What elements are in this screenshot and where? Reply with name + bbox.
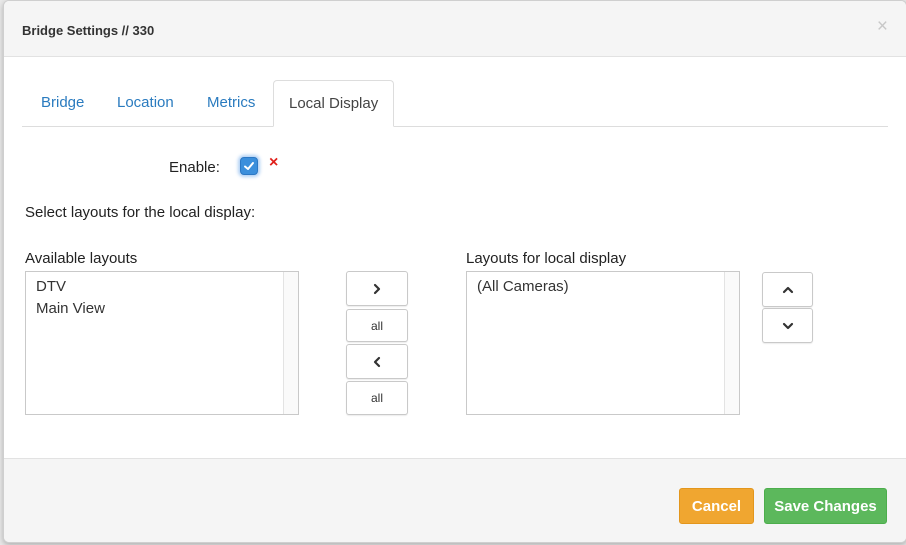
save-changes-button[interactable]: Save Changes [764, 488, 887, 524]
close-icon[interactable]: × [877, 17, 888, 36]
checkmark-icon [244, 162, 254, 170]
bridge-settings-dialog: Bridge Settings // 330 × Bridge Location… [3, 0, 906, 543]
move-down-button[interactable] [762, 308, 813, 343]
available-layouts-list[interactable]: DTV Main View [25, 271, 299, 415]
chevron-right-icon [373, 283, 381, 294]
remove-selected-button[interactable] [346, 344, 408, 379]
tab-metrics[interactable]: Metrics [192, 80, 270, 125]
tab-bridge[interactable]: Bridge [26, 80, 99, 125]
tab-bar: Bridge Location Metrics Local Display [22, 80, 888, 127]
dialog-title: Bridge Settings // 330 [22, 23, 155, 38]
available-layouts-label: Available layouts [25, 250, 138, 267]
move-up-button[interactable] [762, 272, 813, 307]
dialog-footer: Cancel Save Changes [4, 458, 906, 542]
add-selected-button[interactable] [346, 271, 408, 306]
cancel-button[interactable]: Cancel [679, 488, 754, 524]
tab-location[interactable]: Location [102, 80, 189, 125]
local-display-layouts-list[interactable]: (All Cameras) [466, 271, 740, 415]
chevron-down-icon [782, 322, 793, 329]
remove-all-button[interactable]: all [346, 381, 408, 415]
list-item[interactable]: DTV [26, 276, 298, 298]
enable-checkbox[interactable] [240, 157, 258, 175]
instructions-text: Select layouts for the local display: [25, 204, 256, 221]
dialog-header: Bridge Settings // 330 × [4, 1, 906, 57]
list-item[interactable]: Main View [26, 298, 298, 320]
clear-icon[interactable]: × [269, 154, 278, 172]
tab-local-display[interactable]: Local Display [273, 80, 395, 127]
add-all-button[interactable]: all [346, 309, 408, 342]
scrollbar[interactable] [283, 272, 298, 414]
enable-label: Enable: [169, 159, 220, 176]
chevron-left-icon [373, 356, 381, 367]
list-item[interactable]: (All Cameras) [467, 276, 739, 298]
scrollbar[interactable] [724, 272, 739, 414]
local-display-layouts-label: Layouts for local display [466, 250, 627, 267]
chevron-up-icon [782, 286, 793, 293]
